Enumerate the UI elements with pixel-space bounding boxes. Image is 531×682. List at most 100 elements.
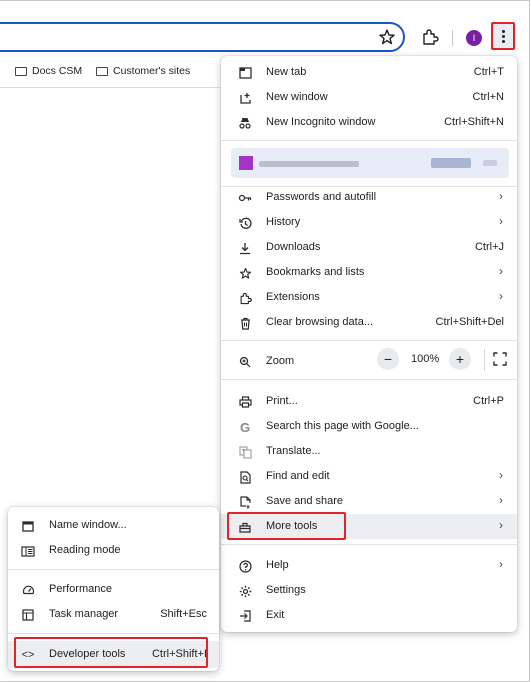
profile-picture: [239, 156, 253, 170]
menu-item-label: New window: [266, 91, 328, 103]
submenu-item-label: Name window...: [49, 519, 127, 531]
menu-item-downloads[interactable]: Downloads Ctrl+J: [221, 235, 517, 260]
kebab-dot: [502, 30, 505, 33]
extensions-icon: [237, 290, 253, 306]
menu-item-history[interactable]: History ›: [221, 210, 517, 235]
save-share-icon: [237, 494, 253, 510]
menu-item-label: Help: [266, 559, 289, 571]
menu-item-zoom: Zoom: [221, 349, 517, 374]
find-icon: [237, 469, 253, 485]
new-window-icon: [237, 90, 253, 106]
key-icon: [237, 190, 253, 206]
menu-item-label: New Incognito window: [266, 116, 376, 128]
submenu-item-reading-mode[interactable]: Reading mode: [8, 538, 219, 563]
redacted-profile-extra: [483, 160, 497, 166]
bookmark-label: Customer's sites: [113, 65, 191, 77]
chevron-right-icon: ›: [499, 493, 503, 507]
incognito-icon: [237, 115, 253, 131]
zoom-in-button[interactable]: +: [449, 348, 471, 370]
menu-item-new-tab[interactable]: New tab Ctrl+T: [221, 60, 517, 85]
chevron-right-icon: ›: [499, 557, 503, 571]
zoom-divider: [484, 349, 485, 371]
menu-item-label: History: [266, 216, 301, 228]
menu-item-print[interactable]: Print... Ctrl+P: [221, 389, 517, 414]
submenu-item-name-window[interactable]: Name window...: [8, 513, 219, 538]
developer-tools-highlight-box: [14, 637, 208, 668]
exit-icon: [237, 608, 253, 624]
extensions-icon[interactable]: [421, 28, 439, 46]
submenu-item-label: Task manager: [49, 608, 119, 620]
chevron-right-icon: ›: [499, 289, 503, 303]
kebab-menu-button[interactable]: [491, 22, 515, 50]
menu-item-label: Passwords and autofill: [266, 191, 377, 203]
menu-item-exit[interactable]: Exit: [221, 603, 517, 628]
menu-item-label: Downloads: [266, 241, 321, 253]
more-tools-highlight-box: [227, 512, 346, 540]
print-icon: [237, 394, 253, 410]
menu-item-passwords-and-autofill[interactable]: Passwords and autofill ›: [221, 185, 517, 210]
bookmark-docs-csm[interactable]: Docs CSM: [15, 64, 82, 78]
zoom-out-button[interactable]: −: [377, 348, 399, 370]
chevron-right-icon: ›: [499, 468, 503, 482]
bookmark-label: Docs CSM: [32, 65, 83, 77]
menu-item-label: New tab: [266, 66, 307, 78]
menu-item-shortcut: Ctrl+J: [474, 241, 504, 253]
menu-item-translate[interactable]: Translate...: [221, 439, 517, 464]
menu-divider: [221, 340, 517, 341]
google-icon: G: [239, 419, 251, 435]
toolbar-divider: [452, 30, 453, 46]
translate-icon: [237, 444, 253, 460]
menu-item-label: Print...: [266, 395, 298, 407]
submenu-divider: [8, 633, 219, 634]
menu-item-label: Translate...: [266, 445, 321, 457]
task-manager-icon: [20, 607, 36, 623]
chevron-right-icon: ›: [499, 189, 503, 203]
menu-item-extensions[interactable]: Extensions ›: [221, 285, 517, 310]
chrome-main-menu: New tab Ctrl+T New window Ctrl+N New Inc…: [221, 56, 517, 632]
menu-item-find-and-edit[interactable]: Find and edit ›: [221, 464, 517, 489]
menu-item-shortcut: Ctrl+N: [472, 91, 504, 103]
chevron-right-icon: ›: [499, 264, 503, 278]
menu-item-label: Bookmarks and lists: [266, 266, 365, 278]
window-icon: [20, 518, 36, 534]
menu-item-settings[interactable]: Settings: [221, 578, 517, 603]
bookmark-customers-sites[interactable]: Customer's sites: [96, 64, 190, 78]
download-icon: [237, 240, 253, 256]
menu-item-bookmarks-and-lists[interactable]: Bookmarks and lists ›: [221, 260, 517, 285]
menu-item-label: Settings: [266, 584, 306, 596]
menu-item-new-window[interactable]: New window Ctrl+N: [221, 85, 517, 110]
profile-avatar[interactable]: I: [466, 30, 482, 46]
address-bar[interactable]: [0, 22, 405, 52]
folder-icon: [15, 66, 27, 76]
new-tab-icon: [237, 65, 253, 81]
profile-row[interactable]: [231, 148, 509, 178]
submenu-item-task-manager[interactable]: Task manager Shift+Esc: [8, 602, 219, 627]
menu-item-help[interactable]: Help ›: [221, 553, 517, 578]
menu-item-new-incognito-window[interactable]: New Incognito window Ctrl+Shift+N: [221, 110, 517, 135]
submenu-item-performance[interactable]: Performance: [8, 577, 219, 602]
trash-icon: [237, 315, 253, 331]
gear-icon: [237, 583, 253, 599]
menu-item-shortcut: Ctrl+T: [473, 66, 504, 78]
menu-item-label: Search this page with Google...: [266, 420, 419, 432]
reading-mode-icon: [20, 543, 36, 559]
star-icon[interactable]: [378, 28, 396, 46]
zoom-level: 100%: [411, 353, 440, 365]
submenu-item-label: Reading mode: [49, 544, 121, 556]
menu-item-shortcut: Ctrl+Shift+Del: [435, 316, 504, 328]
performance-icon: [20, 582, 36, 598]
redacted-profile-name: [259, 161, 359, 167]
menu-item-save-and-share[interactable]: Save and share ›: [221, 489, 517, 514]
submenu-item-shortcut: Shift+Esc: [160, 608, 207, 620]
chevron-right-icon: ›: [499, 214, 503, 228]
chevron-right-icon: ›: [499, 518, 503, 532]
menu-item-shortcut: Ctrl+Shift+N: [444, 116, 504, 128]
menu-item-label: Extensions: [266, 291, 320, 303]
menu-item-search-with-google[interactable]: G Search this page with Google...: [221, 414, 517, 439]
submenu-divider: [8, 569, 219, 570]
menu-item-clear-browsing-data[interactable]: Clear browsing data... Ctrl+Shift+Del: [221, 310, 517, 335]
help-icon: [237, 558, 253, 574]
fullscreen-icon[interactable]: [493, 352, 507, 366]
kebab-dot: [502, 35, 505, 38]
zoom-icon: [237, 354, 253, 370]
